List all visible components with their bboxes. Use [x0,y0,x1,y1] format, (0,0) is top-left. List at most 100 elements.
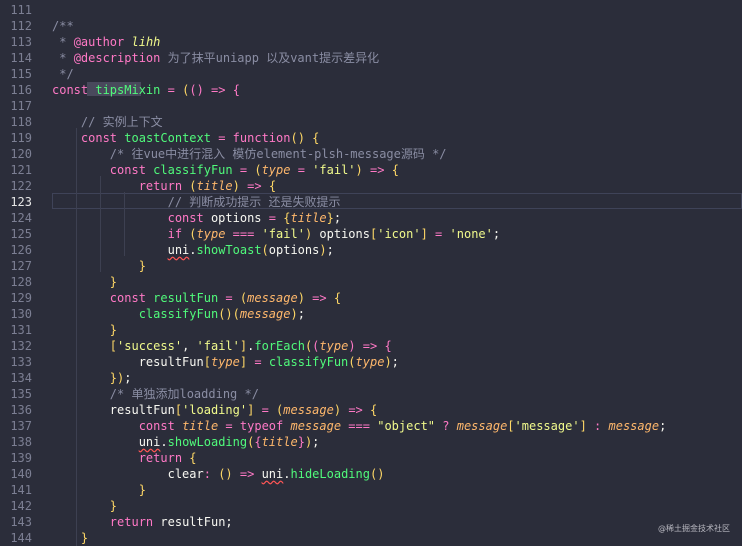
code-line[interactable]: 120 /* 往vue中进行混入 模仿element-plsh-message源… [0,146,742,162]
code-text: resultFun['loading'] = (message) => { [109,403,378,417]
code-line[interactable]: 116 const tipsMixin = (() => { [0,82,742,98]
line-number: 121 [10,163,32,177]
code-line[interactable]: 133 resultFun[type] = classifyFun(type); [0,354,742,370]
code-line[interactable]: 114 * @description 为了抹平uniapp 以及vant提示差异… [0,50,742,66]
code-line[interactable]: 135 /* 单独添加loadding */ [0,386,742,402]
code-text: return (title) => { [138,179,277,193]
line-number: 115 [10,67,32,81]
code-text: return resultFun; [109,515,233,529]
line-number: 129 [10,291,32,305]
code-text: const toastContext = function() { [80,131,320,145]
line-number: 126 [10,243,32,257]
code-text: } [138,259,146,273]
line-number: 142 [10,499,32,513]
code-line[interactable]: 123 // 判断成功提示 还是失败提示 [0,194,742,210]
line-number: 138 [10,435,32,449]
code-line[interactable]: 138 uni.showLoading({title}); [0,434,742,450]
code-line[interactable]: 142 } [0,498,742,514]
line-number: 131 [10,323,32,337]
line-number: 127 [10,259,32,273]
code-text: clear: () => uni.hideLoading() [167,467,385,481]
code-line[interactable]: 127 } [0,258,742,274]
code-text: uni.showToast(options); [167,243,334,257]
code-text: const classifyFun = (type = 'fail') => { [109,163,399,177]
code-line[interactable]: 128 } [0,274,742,290]
code-line[interactable]: 136 resultFun['loading'] = (message) => … [0,402,742,418]
line-number: 111 [10,3,32,17]
code-text: uni.showLoading({title}); [138,435,320,449]
code-line[interactable]: 113 * @author lihh [0,34,742,50]
line-number: 119 [10,131,32,145]
code-line[interactable]: 144 } [0,530,742,546]
line-number: 120 [10,147,32,161]
code-line[interactable]: 124 const options = {title}; [0,210,742,226]
code-text: } [138,483,146,497]
code-line[interactable]: 130 classifyFun()(message); [0,306,742,322]
code-line[interactable]: 137 const title = typeof message === "ob… [0,418,742,434]
line-number: 141 [10,483,32,497]
code-line[interactable]: 121 const classifyFun = (type = 'fail') … [0,162,742,178]
code-line[interactable]: 134 }); [0,370,742,386]
line-number: 130 [10,307,32,321]
code-text: ['success', 'fail'].forEach((type) => { [109,339,392,353]
code-text: } [109,499,118,513]
line-number: 116 [10,83,32,97]
line-number: 136 [10,403,32,417]
code-text: */ [52,67,74,81]
code-text: return { [138,451,197,465]
code-line[interactable]: 141 } [0,482,742,498]
code-text: const title = typeof message === "object… [138,419,667,433]
code-text: } [80,531,89,545]
code-line[interactable]: 125 if (type === 'fail') options['icon']… [0,226,742,242]
code-line[interactable]: 112 /** [0,18,742,34]
code-editor[interactable]: 111 112/** 113 * @author lihh 114 * @descri… [0,0,742,546]
line-number: 133 [10,355,32,369]
code-text: /* 单独添加loadding */ [52,387,259,401]
line-number: 112 [10,19,32,33]
line-number: 144 [10,531,32,545]
code-text: const tipsMixin = (() => { [52,83,240,97]
code-text: classifyFun()(message); [138,307,305,321]
code-line[interactable]: 140 clear: () => uni.hideLoading() [0,466,742,482]
line-number: 114 [10,51,32,65]
code-line[interactable]: 143 return resultFun; [0,514,742,530]
line-number: 132 [10,339,32,353]
line-number: 140 [10,467,32,481]
line-number: 113 [10,35,32,49]
code-text: const resultFun = (message) => { [109,291,342,305]
code-line[interactable]: 115 */ [0,66,742,82]
code-text: // 实例上下文 [52,115,163,129]
line-number: 134 [10,371,32,385]
code-text: }); [109,371,132,385]
code-line[interactable]: 126 uni.showToast(options); [0,242,742,258]
code-text: // 判断成功提示 还是失败提示 [52,195,341,209]
code-text: } [109,275,118,289]
code-text: * @author lihh [52,35,161,49]
code-line[interactable]: 118 // 实例上下文 [0,114,742,130]
watermark: @稀土掘金技术社区 [658,524,730,533]
line-number: 135 [10,387,32,401]
code-text: /** [52,19,74,33]
code-line[interactable]: 119 const toastContext = function() { [0,130,742,146]
line-number: 125 [10,227,32,241]
code-line[interactable]: 129 const resultFun = (message) => { [0,290,742,306]
code-line[interactable]: 132 ['success', 'fail'].forEach((type) =… [0,338,742,354]
code-line[interactable]: 122 return (title) => { [0,178,742,194]
line-number: 123 [10,195,32,209]
code-text: const options = {title}; [167,211,342,225]
line-number: 122 [10,179,32,193]
code-text: if (type === 'fail') options['icon'] = '… [167,227,501,241]
line-number: 124 [10,211,32,225]
code-line[interactable]: 117 [0,98,742,114]
line-number: 139 [10,451,32,465]
code-line[interactable]: 131 } [0,322,742,338]
line-number: 118 [10,115,32,129]
line-number: 143 [10,515,32,529]
code-text: resultFun[type] = classifyFun(type); [138,355,399,369]
line-number: 137 [10,419,32,433]
line-number: 128 [10,275,32,289]
code-line[interactable]: 111 [0,2,742,18]
code-text: /* 往vue中进行混入 模仿element-plsh-message源码 */ [52,147,447,161]
code-text: * @description 为了抹平uniapp 以及vant提示差异化 [52,51,380,65]
code-line[interactable]: 139 return { [0,450,742,466]
